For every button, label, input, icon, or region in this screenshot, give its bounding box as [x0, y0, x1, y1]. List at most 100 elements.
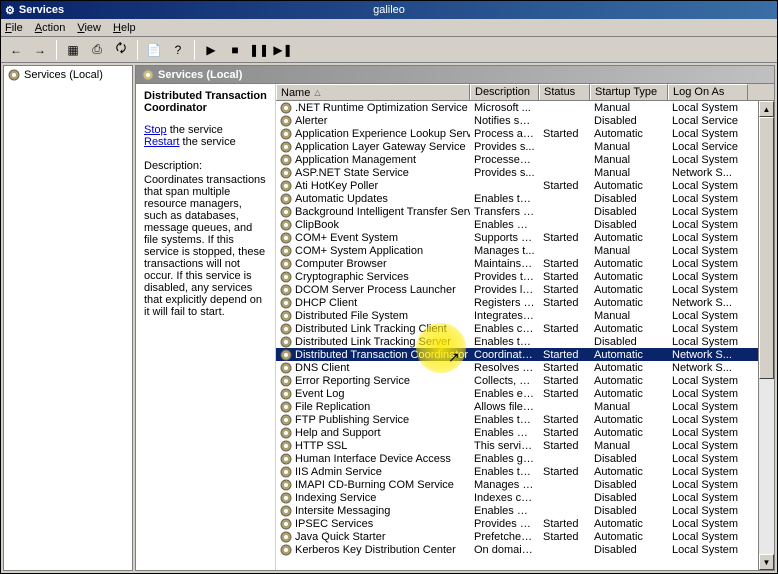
- service-row[interactable]: Cryptographic ServicesProvides th...Star…: [276, 270, 774, 283]
- service-name: Distributed Transaction Coordinator: [295, 349, 468, 361]
- service-startup: Automatic: [590, 180, 668, 192]
- gear-icon: [280, 440, 292, 452]
- restart-button[interactable]: ▶❚: [272, 39, 294, 61]
- service-desc: Enables th...: [470, 193, 539, 205]
- tree-node-services[interactable]: Services (Local): [6, 68, 130, 82]
- col-header-status[interactable]: Status: [539, 84, 590, 100]
- service-startup: Automatic: [590, 128, 668, 140]
- service-row[interactable]: AlerterNotifies sel...DisabledLocal Serv…: [276, 114, 774, 127]
- help-button[interactable]: ?: [167, 39, 189, 61]
- gear-icon: [280, 349, 292, 361]
- menu-action[interactable]: Action: [35, 22, 66, 34]
- service-desc: Allows files...: [470, 401, 539, 413]
- menu-bar: File Action View Help: [1, 19, 777, 37]
- service-startup: Automatic: [590, 258, 668, 270]
- service-startup: Manual: [590, 154, 668, 166]
- col-header-startup[interactable]: Startup Type: [590, 84, 668, 100]
- col-header-logon[interactable]: Log On As: [668, 84, 748, 100]
- service-desc: Registers a...: [470, 297, 539, 309]
- service-row[interactable]: Help and SupportEnables He...StartedAuto…: [276, 426, 774, 439]
- service-row[interactable]: Distributed Link Tracking ServerEnables …: [276, 335, 774, 348]
- details-pane: Distributed Transaction Coordinator Stop…: [136, 84, 276, 570]
- stop-button[interactable]: ■: [224, 39, 246, 61]
- start-button[interactable]: ▶: [200, 39, 222, 61]
- service-logon: Local System: [668, 414, 748, 426]
- service-name: HTTP SSL: [295, 440, 347, 452]
- col-header-description[interactable]: Description: [470, 84, 539, 100]
- service-row[interactable]: IIS Admin ServiceEnables thi...StartedAu…: [276, 465, 774, 478]
- right-pane: Services (Local) Distributed Transaction…: [135, 65, 775, 571]
- service-name: IMAPI CD-Burning COM Service: [295, 479, 454, 491]
- service-row[interactable]: Ati HotKey PollerStartedAutomaticLocal S…: [276, 179, 774, 192]
- service-row[interactable]: Automatic UpdatesEnables th...DisabledLo…: [276, 192, 774, 205]
- stop-link[interactable]: Stop: [144, 124, 167, 136]
- service-startup: Disabled: [590, 453, 668, 465]
- service-startup: Automatic: [590, 427, 668, 439]
- props-button[interactable]: ▦: [62, 39, 84, 61]
- export-button[interactable]: ⎙: [86, 39, 108, 61]
- service-row[interactable]: Distributed Link Tracking ClientEnables …: [276, 322, 774, 335]
- service-row[interactable]: COM+ Event SystemSupports S...StartedAut…: [276, 231, 774, 244]
- service-row[interactable]: ASP.NET State ServiceProvides s...Manual…: [276, 166, 774, 179]
- gear-icon: [280, 531, 292, 543]
- back-button[interactable]: ←: [5, 39, 27, 61]
- service-name: Distributed Link Tracking Server: [295, 336, 451, 348]
- service-name: FTP Publishing Service: [295, 414, 409, 426]
- service-row[interactable]: DHCP ClientRegisters a...StartedAutomati…: [276, 296, 774, 309]
- service-row[interactable]: Indexing ServiceIndexes co...DisabledLoc…: [276, 491, 774, 504]
- service-status: Started: [539, 427, 590, 439]
- service-desc: Supports S...: [470, 232, 539, 244]
- menu-file[interactable]: File: [5, 22, 23, 34]
- service-row[interactable]: Background Intelligent Transfer ServiceT…: [276, 205, 774, 218]
- service-logon: Local System: [668, 206, 748, 218]
- service-row[interactable]: Kerberos Key Distribution CenterOn domai…: [276, 543, 774, 556]
- service-startup: Disabled: [590, 115, 668, 127]
- scroll-down-button[interactable]: ▼: [759, 554, 774, 570]
- service-row[interactable]: FTP Publishing ServiceEnables thi...Star…: [276, 413, 774, 426]
- menu-help[interactable]: Help: [113, 22, 136, 34]
- service-row[interactable]: Computer BrowserMaintains a...StartedAut…: [276, 257, 774, 270]
- service-startup: Automatic: [590, 232, 668, 244]
- forward-button[interactable]: →: [29, 39, 51, 61]
- service-row[interactable]: COM+ System ApplicationManages t...Manua…: [276, 244, 774, 257]
- service-row[interactable]: Distributed Transaction CoordinatorCoord…: [276, 348, 774, 361]
- service-row[interactable]: .NET Runtime Optimization Service v2.0.5…: [276, 101, 774, 114]
- service-row[interactable]: DNS ClientResolves a...StartedAutomaticN…: [276, 361, 774, 374]
- service-row[interactable]: Intersite MessagingEnables me...Disabled…: [276, 504, 774, 517]
- service-row[interactable]: HTTP SSLThis servic...StartedManualLocal…: [276, 439, 774, 452]
- col-header-name[interactable]: Name △: [276, 84, 470, 100]
- service-desc: Indexes co...: [470, 492, 539, 504]
- service-row[interactable]: IMAPI CD-Burning COM ServiceManages C...…: [276, 478, 774, 491]
- service-row[interactable]: Human Interface Device AccessEnables ge.…: [276, 452, 774, 465]
- service-row[interactable]: DCOM Server Process LauncherProvides la.…: [276, 283, 774, 296]
- service-name: Distributed Link Tracking Client: [295, 323, 447, 335]
- service-name: ASP.NET State Service: [295, 167, 409, 179]
- scroll-thumb[interactable]: [759, 117, 774, 379]
- service-row[interactable]: Application Layer Gateway ServiceProvide…: [276, 140, 774, 153]
- service-row[interactable]: ClipBookEnables Cli...DisabledLocal Syst…: [276, 218, 774, 231]
- service-desc: Enables ge...: [470, 453, 539, 465]
- pause-button[interactable]: ❚❚: [248, 39, 270, 61]
- gear-icon: [280, 492, 292, 504]
- service-name: IPSEC Services: [295, 518, 373, 530]
- service-startup: Automatic: [590, 414, 668, 426]
- properties-button[interactable]: 📄: [143, 39, 165, 61]
- gear-icon: [280, 297, 292, 309]
- refresh-button[interactable]: 🗘: [110, 39, 132, 61]
- menu-view[interactable]: View: [77, 22, 101, 34]
- service-row[interactable]: Application ManagementProcesses i...Manu…: [276, 153, 774, 166]
- service-row[interactable]: File ReplicationAllows files...ManualLoc…: [276, 400, 774, 413]
- service-row[interactable]: IPSEC ServicesProvides e...StartedAutoma…: [276, 517, 774, 530]
- service-row[interactable]: Event LogEnables ev...StartedAutomaticLo…: [276, 387, 774, 400]
- service-row[interactable]: Distributed File SystemIntegrates ...Man…: [276, 309, 774, 322]
- service-startup: Manual: [590, 401, 668, 413]
- service-row[interactable]: Error Reporting ServiceCollects, st...St…: [276, 374, 774, 387]
- service-status: Started: [539, 375, 590, 387]
- scroll-up-button[interactable]: ▲: [759, 101, 774, 117]
- vertical-scrollbar[interactable]: ▲ ▼: [758, 101, 774, 570]
- service-row[interactable]: Application Experience Lookup ServicePro…: [276, 127, 774, 140]
- service-logon: Local System: [668, 544, 748, 556]
- service-logon: Local System: [668, 375, 748, 387]
- restart-link[interactable]: Restart: [144, 136, 179, 148]
- service-row[interactable]: Java Quick StarterPrefetches...StartedAu…: [276, 530, 774, 543]
